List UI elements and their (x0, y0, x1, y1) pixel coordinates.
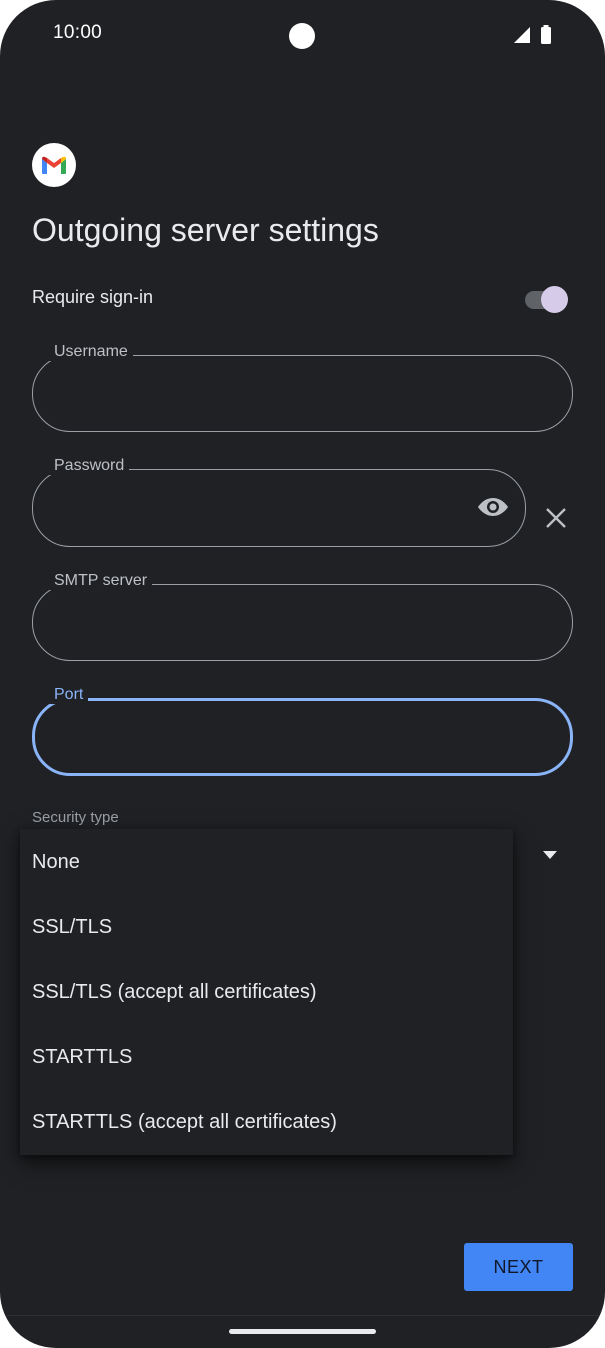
username-label: Username (49, 343, 133, 361)
username-field[interactable]: Username (32, 343, 573, 432)
toggle-thumb (541, 286, 568, 313)
menu-item-starttls-accept-all[interactable]: STARTTLS (accept all certificates) (32, 1111, 337, 1134)
security-type-menu: None SSL/TLS SSL/TLS (accept all certifi… (20, 829, 513, 1155)
eye-icon[interactable] (477, 495, 509, 519)
menu-item-ssl-tls[interactable]: SSL/TLS (32, 916, 112, 939)
smtp-server-field[interactable]: SMTP server (32, 572, 573, 661)
require-signin-label: Require sign-in (32, 287, 154, 307)
gmail-logo (32, 143, 76, 187)
menu-item-ssl-tls-accept-all[interactable]: SSL/TLS (accept all certificates) (32, 981, 317, 1004)
navigation-bar-divider (0, 1315, 605, 1316)
home-indicator[interactable] (229, 1329, 376, 1334)
port-label: Port (49, 686, 89, 704)
password-label: Password (49, 457, 130, 475)
camera-cutout (289, 23, 315, 49)
smtp-server-label: SMTP server (49, 572, 153, 590)
password-field[interactable]: Password (32, 457, 526, 547)
status-time: 10:00 (53, 22, 103, 43)
require-signin-toggle[interactable] (523, 286, 569, 313)
menu-item-starttls[interactable]: STARTTLS (32, 1046, 132, 1069)
phone-screen: 10:00 Outgoing server settings Require s… (0, 0, 605, 1348)
battery-icon (541, 25, 551, 44)
port-field[interactable]: Port (32, 686, 573, 776)
security-type-label: Security type (32, 809, 119, 826)
menu-item-none[interactable]: None (32, 851, 80, 874)
close-icon[interactable] (545, 507, 567, 529)
signal-icon (514, 27, 530, 43)
page-title: Outgoing server settings (32, 212, 379, 248)
next-button[interactable]: NEXT (464, 1243, 573, 1291)
triangle-down-icon[interactable] (543, 851, 557, 859)
